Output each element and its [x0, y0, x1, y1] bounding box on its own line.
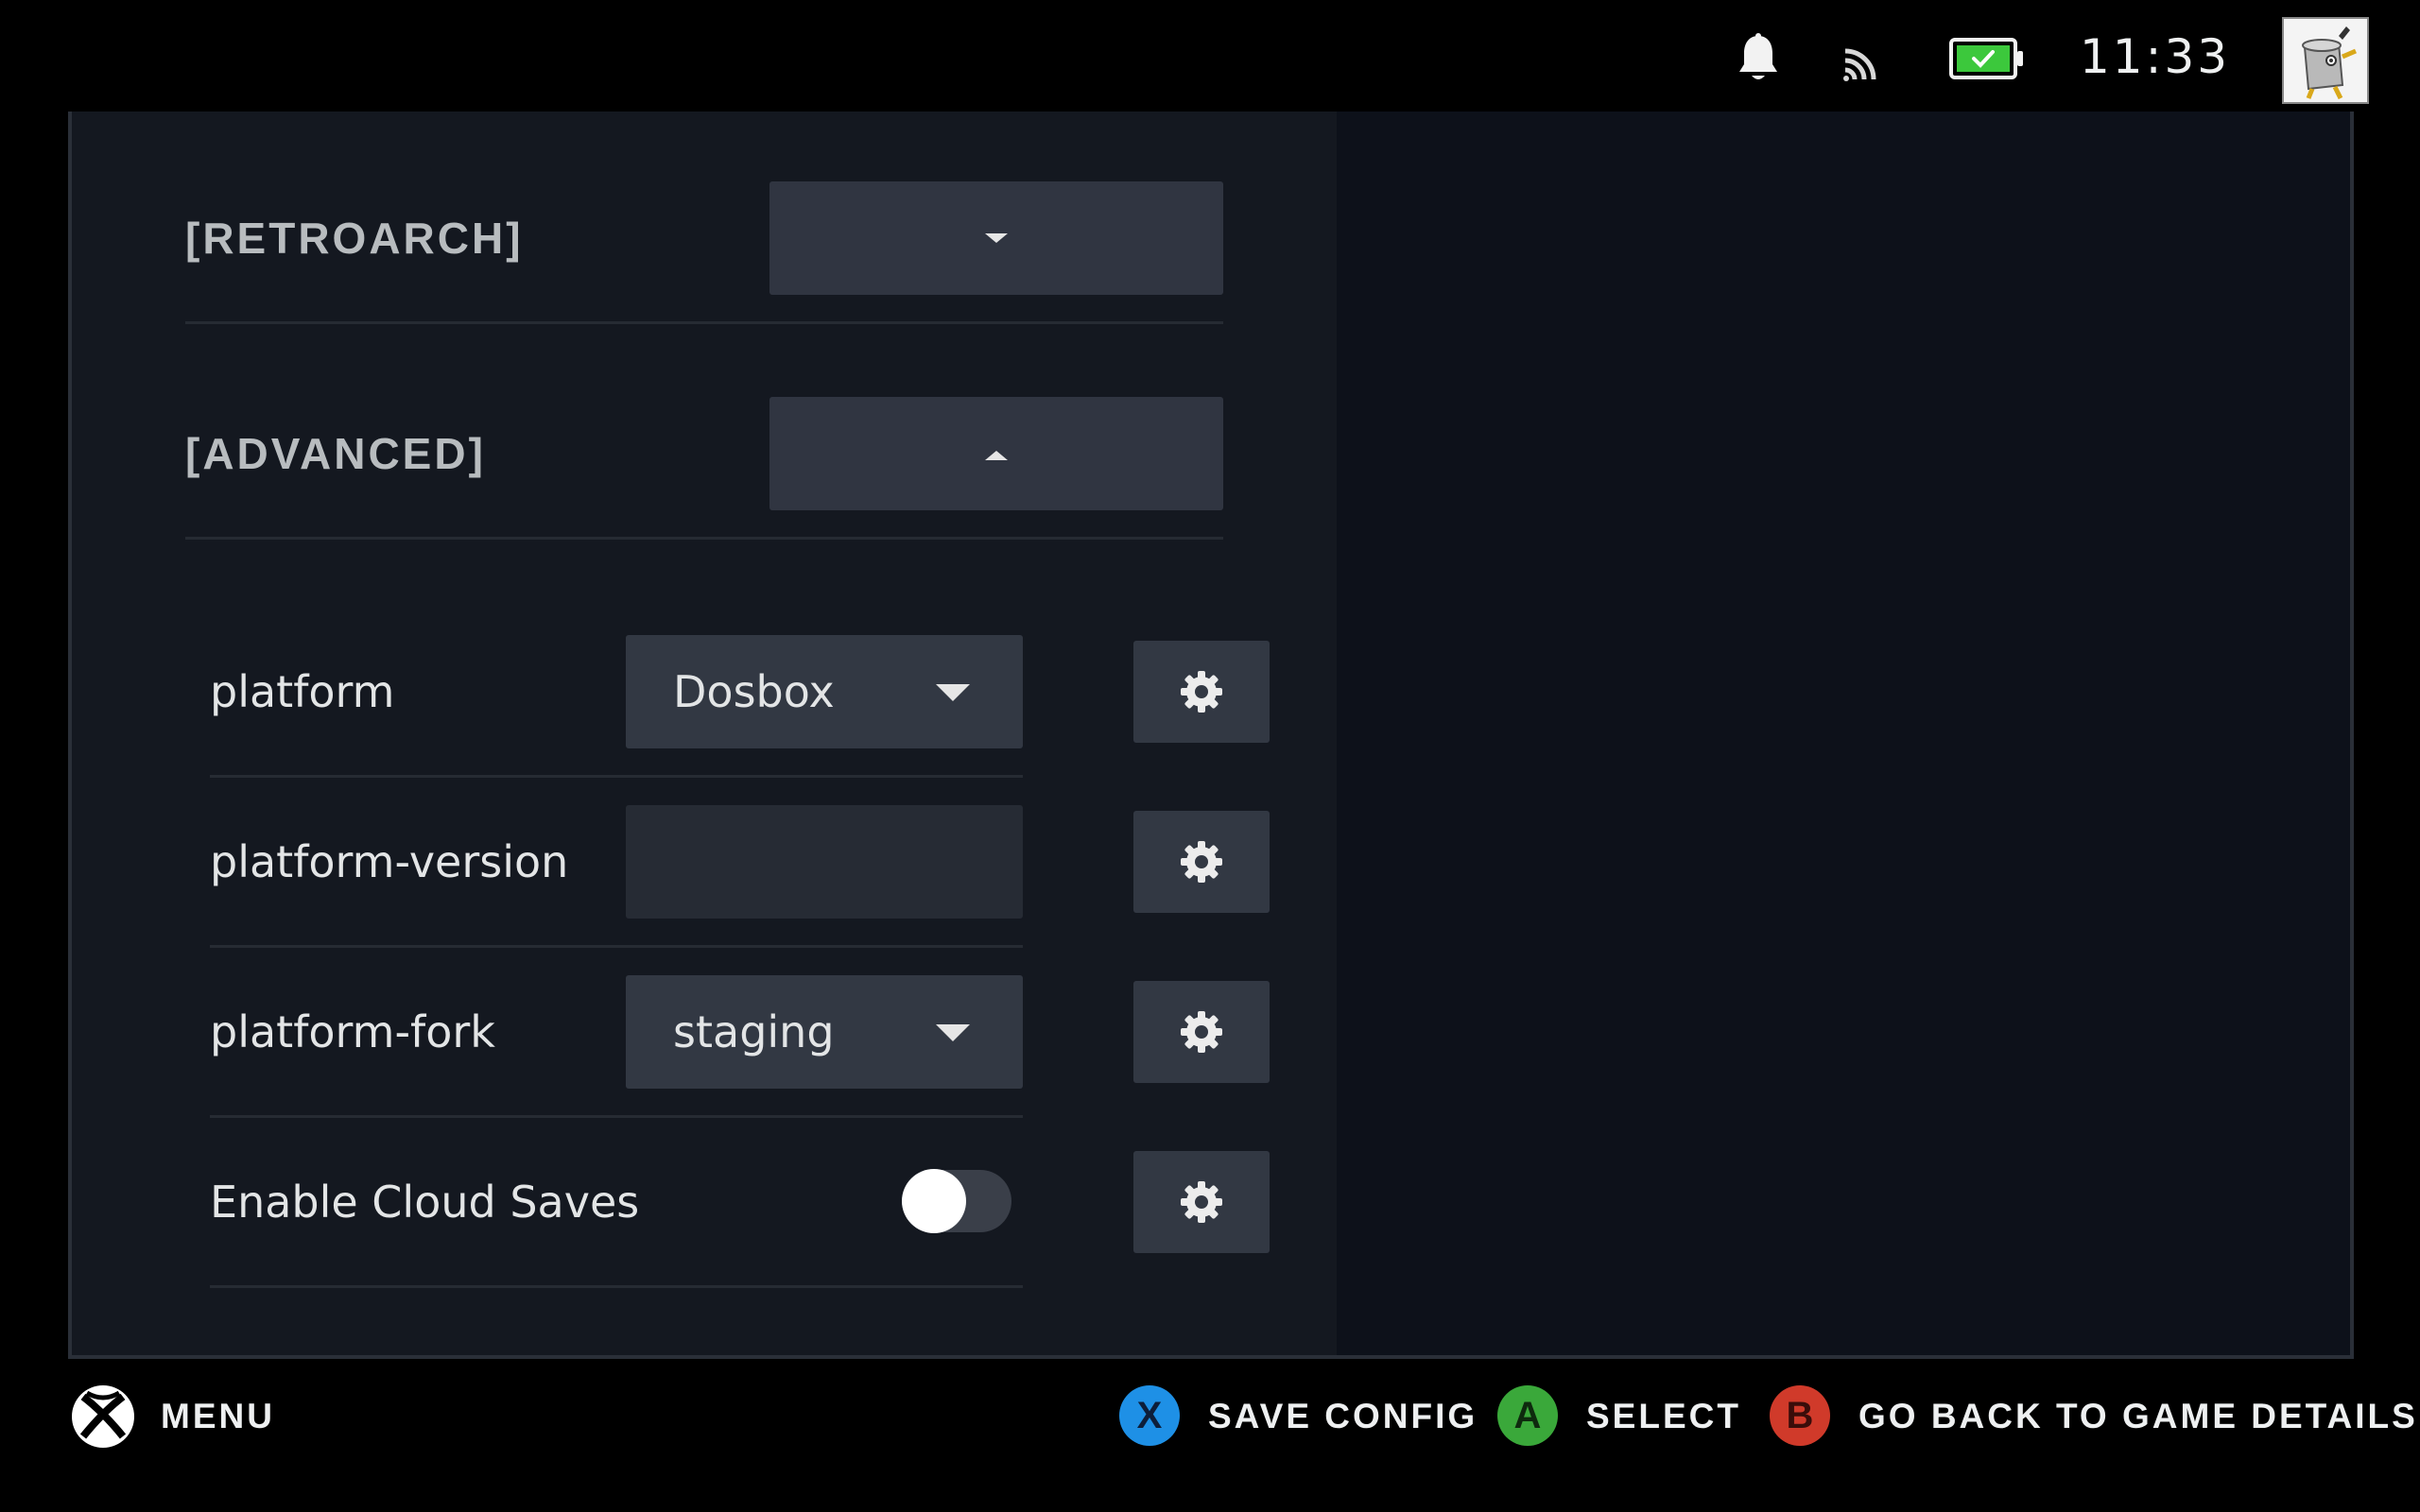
platform-dropdown[interactable]: Dosbox [626, 635, 1023, 748]
platform-fork-value: staging [673, 1006, 835, 1057]
platform-fork-dropdown[interactable]: staging [626, 975, 1023, 1089]
platform-fork-label: platform-fork [210, 1006, 495, 1057]
x-button-icon[interactable]: X [1119, 1385, 1180, 1446]
gear-icon [1181, 1011, 1222, 1053]
cloud-saves-toggle[interactable] [902, 1169, 1011, 1233]
bell-icon[interactable] [1736, 32, 1781, 85]
xbox-logo-icon[interactable] [70, 1383, 136, 1450]
gear-icon [1181, 841, 1222, 883]
detail-pane [1337, 112, 2350, 1355]
divider [210, 945, 1023, 948]
toggle-knob [902, 1169, 966, 1233]
chevron-up-icon [983, 448, 1010, 466]
cast-icon[interactable] [1841, 36, 1889, 83]
gear-icon [1181, 1181, 1222, 1223]
platform-version-settings-button[interactable] [1133, 811, 1270, 913]
chevron-down-icon [934, 1022, 972, 1047]
divider [185, 537, 1223, 540]
status-bar: 11:33 [0, 0, 2420, 113]
gear-icon [1181, 671, 1222, 713]
cloud-saves-label: Enable Cloud Saves [210, 1177, 640, 1228]
avatar[interactable] [2282, 17, 2369, 104]
save-config-hint-label: SAVE CONFIG [1208, 1397, 1478, 1435]
platform-settings-button[interactable] [1133, 641, 1270, 743]
chevron-down-icon [983, 231, 1010, 249]
a-button-icon[interactable]: A [1497, 1385, 1558, 1446]
divider [210, 1115, 1023, 1118]
go-back-hint-label: GO BACK TO GAME DETAILS [1858, 1397, 2418, 1435]
divider [210, 775, 1023, 778]
platform-value: Dosbox [673, 666, 835, 717]
section-advanced-label: [ADVANCED] [185, 429, 486, 478]
chevron-down-icon [934, 682, 972, 707]
section-retroarch-label: [RETROARCH] [185, 214, 524, 263]
divider [210, 1285, 1023, 1288]
divider [185, 321, 1223, 324]
clock: 11:33 [2080, 29, 2231, 84]
menu-hint-label: MENU [161, 1397, 275, 1435]
platform-version-input[interactable] [626, 805, 1023, 919]
button-hint-bar: MENU X SAVE CONFIG A SELECT B GO BACK TO… [0, 1361, 2420, 1512]
advanced-collapse-button[interactable] [769, 397, 1223, 510]
b-button-icon[interactable]: B [1770, 1385, 1830, 1446]
select-hint-label: SELECT [1586, 1397, 1741, 1435]
platform-fork-settings-button[interactable] [1133, 981, 1270, 1083]
cloud-saves-settings-button[interactable] [1133, 1151, 1270, 1253]
platform-version-label: platform-version [210, 836, 569, 887]
retroarch-expand-button[interactable] [769, 181, 1223, 295]
platform-label: platform [210, 666, 395, 717]
battery-icon[interactable] [1949, 38, 2025, 79]
